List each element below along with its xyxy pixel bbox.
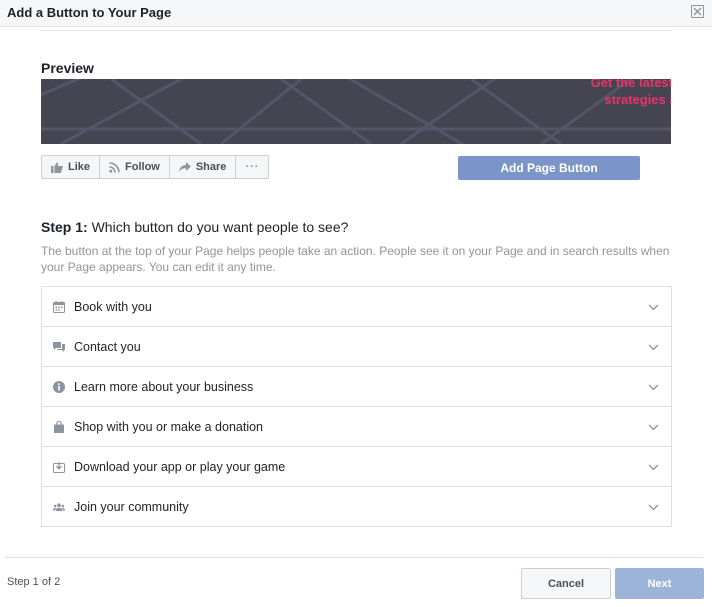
shopping-bag-icon <box>54 420 64 433</box>
thumbs-up-icon <box>51 162 63 173</box>
chevron-down-icon <box>648 504 659 510</box>
close-button[interactable] <box>691 5 704 18</box>
option-label: Book with you <box>74 299 152 314</box>
page-actions-bar: Like Follow Share ··· <box>41 155 270 179</box>
dialog-title: Add a Button to Your Page <box>7 5 172 20</box>
info-icon <box>53 380 65 393</box>
option-shop-or-donate[interactable]: Shop with you or make a donation <box>42 406 671 446</box>
chevron-down-icon <box>648 304 659 310</box>
option-label: Learn more about your business <box>74 379 254 394</box>
next-button[interactable]: Next <box>615 568 704 599</box>
step-indicator: Step 1 of 2 <box>7 576 61 588</box>
cancel-button[interactable]: Cancel <box>521 568 611 599</box>
chevron-down-icon <box>648 344 659 350</box>
option-download-app[interactable]: Download your app or play your game <box>42 446 671 486</box>
chevron-down-icon <box>648 384 659 390</box>
share-label: Share <box>195 161 227 173</box>
option-join-community[interactable]: Join your community <box>42 486 671 526</box>
cover-pattern <box>41 79 671 144</box>
step-heading-text: Which button do you want people to see? <box>87 219 349 235</box>
option-book-with-you[interactable]: Book with you <box>42 287 671 326</box>
step-heading: Step 1: Which button do you want people … <box>41 219 348 235</box>
close-icon <box>693 7 702 16</box>
people-icon <box>53 502 65 511</box>
footer-divider <box>5 557 703 558</box>
cover-text-line-1: Get the latest <box>590 79 671 90</box>
option-contact-you[interactable]: Contact you <box>42 326 671 366</box>
follow-label: Follow <box>125 161 160 173</box>
button-options-list: Book with you Contact you Learn more abo… <box>41 286 672 527</box>
option-label: Contact you <box>74 339 141 354</box>
rss-icon <box>109 161 120 173</box>
dialog-header: Add a Button to Your Page <box>0 0 712 27</box>
cover-photo-preview: Get the latest strategies i <box>41 79 671 144</box>
like-label: Like <box>68 161 91 173</box>
option-learn-more[interactable]: Learn more about your business <box>42 366 671 406</box>
chevron-down-icon <box>648 464 659 470</box>
content-top-divider <box>41 30 671 31</box>
more-button[interactable]: ··· <box>235 155 270 179</box>
option-label: Download your app or play your game <box>74 459 286 474</box>
step-description: The button at the top of your Page helps… <box>41 244 670 274</box>
like-button[interactable]: Like <box>41 155 101 179</box>
add-page-button[interactable]: Add Page Button <box>458 156 640 180</box>
chat-bubbles-icon <box>53 341 65 352</box>
calendar-icon <box>53 300 65 313</box>
preview-title: Preview <box>41 60 94 76</box>
share-button[interactable]: Share <box>168 155 237 179</box>
download-icon <box>53 461 65 473</box>
more-icon: ··· <box>245 161 260 173</box>
chevron-down-icon <box>648 424 659 430</box>
share-arrow-icon <box>178 162 191 172</box>
cover-text-line-2: strategies i <box>604 92 671 107</box>
option-label: Shop with you or make a donation <box>74 419 264 434</box>
step-heading-prefix: Step 1: <box>41 219 88 235</box>
option-label: Join your community <box>74 499 189 514</box>
follow-button[interactable]: Follow <box>99 155 170 179</box>
